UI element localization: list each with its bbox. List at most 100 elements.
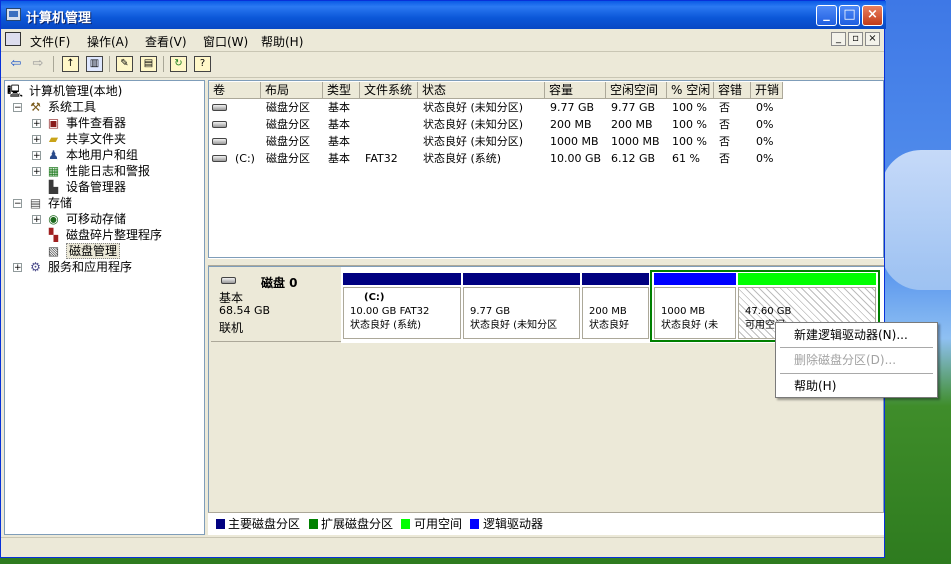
table-cell: 200 MB [550,118,592,131]
column-header-layout[interactable]: 布局 [261,82,323,99]
expand-icon[interactable]: + [32,119,41,129]
table-row[interactable]: 磁盘分区 基本 状态良好 (未知分区) 200 MB 200 MB 100 % 否 0% [209,117,883,133]
menu-window[interactable]: 窗口(W) [203,33,248,50]
table-cell: 否 [719,152,730,165]
table-row[interactable]: 磁盘分区 基本 状态良好 (未知分区) 1000 MB 1000 MB 100 % 否 0% [209,134,883,150]
up-level-icon[interactable]: ↑ [62,56,79,72]
table-cell: 10.00 GB [550,152,602,165]
table-cell: 基本 [328,152,350,165]
maximize-button[interactable]: □ [839,5,860,26]
table-cell: 0% [756,118,774,131]
table-cell: 200 MB [611,118,653,131]
volume-disk-icon [212,104,227,111]
partition-size: 47.60 GB [745,306,792,317]
users-icon: ♟ [48,148,59,162]
menu-help-item[interactable]: 帮助(H) [794,377,836,395]
menu-new-logical-drive[interactable]: 新建逻辑驱动器(N)... [794,326,908,344]
table-cell: 100 % [672,118,707,131]
table-cell: 0% [756,135,774,148]
help-topics-icon[interactable]: ? [194,56,211,72]
menu-view[interactable]: 查看(V) [145,33,187,50]
column-header-percent-free[interactable]: % 空闲 [667,82,714,99]
forward-arrow-icon[interactable]: ⇨ [29,55,47,73]
desktop-cloud [881,150,951,290]
system-menu-icon[interactable] [5,32,21,46]
table-cell: 否 [719,101,730,114]
disk-status: 联机 [219,321,244,335]
column-header-capacity[interactable]: 容量 [545,82,606,99]
defrag-icon: ▚ [48,228,59,242]
mdi-restore-button[interactable]: ▫ [848,32,863,46]
legend-logical-label: 逻辑驱动器 [483,517,544,531]
back-arrow-icon[interactable]: ⇦ [7,55,25,73]
disk-graphical-view: 磁盘 0 基本 68.54 GB 联机 (C:) 10.00 GB FAT32 … [208,266,884,535]
expand-icon[interactable]: + [32,167,41,177]
partition-type-bar [738,273,876,285]
table-cell: 基本 [328,135,350,148]
table-cell: 0% [756,101,774,114]
export-list-icon[interactable]: ▤ [140,56,157,72]
properties-icon[interactable]: ✎ [116,56,133,72]
mdi-minimize-button[interactable]: _ [831,32,846,46]
legend-primary-swatch [216,519,225,529]
expand-icon[interactable]: + [13,263,22,273]
disk-size: 68.54 GB [219,304,271,317]
disk-name: 磁盘 0 [261,276,298,290]
partition-unknown-2[interactable]: 200 MB 状态良好 [582,273,649,339]
menu-file[interactable]: 文件(F) [30,33,70,50]
refresh-icon[interactable]: ↻ [170,56,187,72]
expand-icon[interactable]: + [32,215,41,225]
legend-free-label: 可用空间 [414,517,463,531]
performance-icon: ▦ [47,164,60,178]
table-row[interactable]: 磁盘分区 基本 状态良好 (未知分区) 9.77 GB 9.77 GB 100 % 否 0% [209,100,883,116]
partition-unknown-1[interactable]: 9.77 GB 状态良好 (未知分区 [463,273,580,339]
minimize-button[interactable]: _ [816,5,837,26]
menu-delete-partition[interactable]: 删除磁盘分区(D)... [794,351,896,369]
table-cell: 状态良好 (系统) [423,152,502,165]
removable-storage-icon: ◉ [48,212,59,226]
table-cell: 磁盘分区 [266,101,310,114]
expand-icon[interactable]: + [32,151,41,161]
partition-c[interactable]: (C:) 10.00 GB FAT32 状态良好 (系统) [343,273,461,339]
partition-logical[interactable]: 1000 MB 状态良好 (未 [654,273,736,339]
table-cell: 9.77 GB [550,101,595,114]
computer-icon: 🖳 [7,84,24,98]
show-hide-tree-icon[interactable]: ▥ [86,56,103,72]
column-header-free-space[interactable]: 空闲空间 [606,82,667,99]
partition-status: 状态良好 (未知分区 [470,320,558,331]
table-cell: 否 [719,135,730,148]
menu-action[interactable]: 操作(A) [87,33,129,50]
partition-status: 状态良好 (系统) [350,320,421,331]
mdi-close-button[interactable]: × [865,32,880,46]
context-menu: 新建逻辑驱动器(N)... 删除磁盘分区(D)... 帮助(H) [775,322,938,398]
volume-list: 卷 布局 类型 文件系统 状态 容量 空闲空间 % 空闲 容错 开销 磁盘分区基… [208,80,884,258]
disk-0-info[interactable]: 磁盘 0 基本 68.54 GB 联机 [211,269,341,342]
table-row[interactable]: (C:) 磁盘分区 基本 FAT32 状态良好 (系统) 10.00 GB 6.12 GB 6… [209,151,883,167]
column-header-filesystem[interactable]: 文件系统 [360,82,418,99]
legend-extended-swatch [309,519,318,529]
column-header-overhead[interactable]: 开销 [751,82,783,99]
menu-help[interactable]: 帮助(H) [261,33,303,50]
table-cell: 状态良好 (未知分区) [423,101,524,114]
expand-icon[interactable]: + [32,135,41,145]
close-button[interactable]: × [862,5,883,26]
collapse-icon[interactable]: − [13,103,22,113]
table-cell: 0% [756,152,774,165]
pane-splitter[interactable] [208,258,884,266]
volume-disk-icon [212,138,227,145]
volume-disk-icon [212,155,227,162]
disk-icon [221,277,236,284]
title-bar[interactable]: 计算机管理 _ □ × [1,1,886,29]
column-header-fault-tolerance[interactable]: 容错 [714,82,751,99]
partition-size: 1000 MB [661,306,706,317]
collapse-icon[interactable]: − [13,199,22,209]
column-header-status[interactable]: 状态 [418,82,545,99]
table-cell: 1000 MB [550,135,599,148]
column-header-volume[interactable]: 卷 [209,82,261,99]
partition-status: 状态良好 [589,320,629,331]
table-cell: (C:) [235,152,255,165]
partition-body: 200 MB 状态良好 [582,287,649,339]
column-header-type[interactable]: 类型 [323,82,360,99]
table-cell: 否 [719,118,730,131]
partition-label [745,291,869,305]
